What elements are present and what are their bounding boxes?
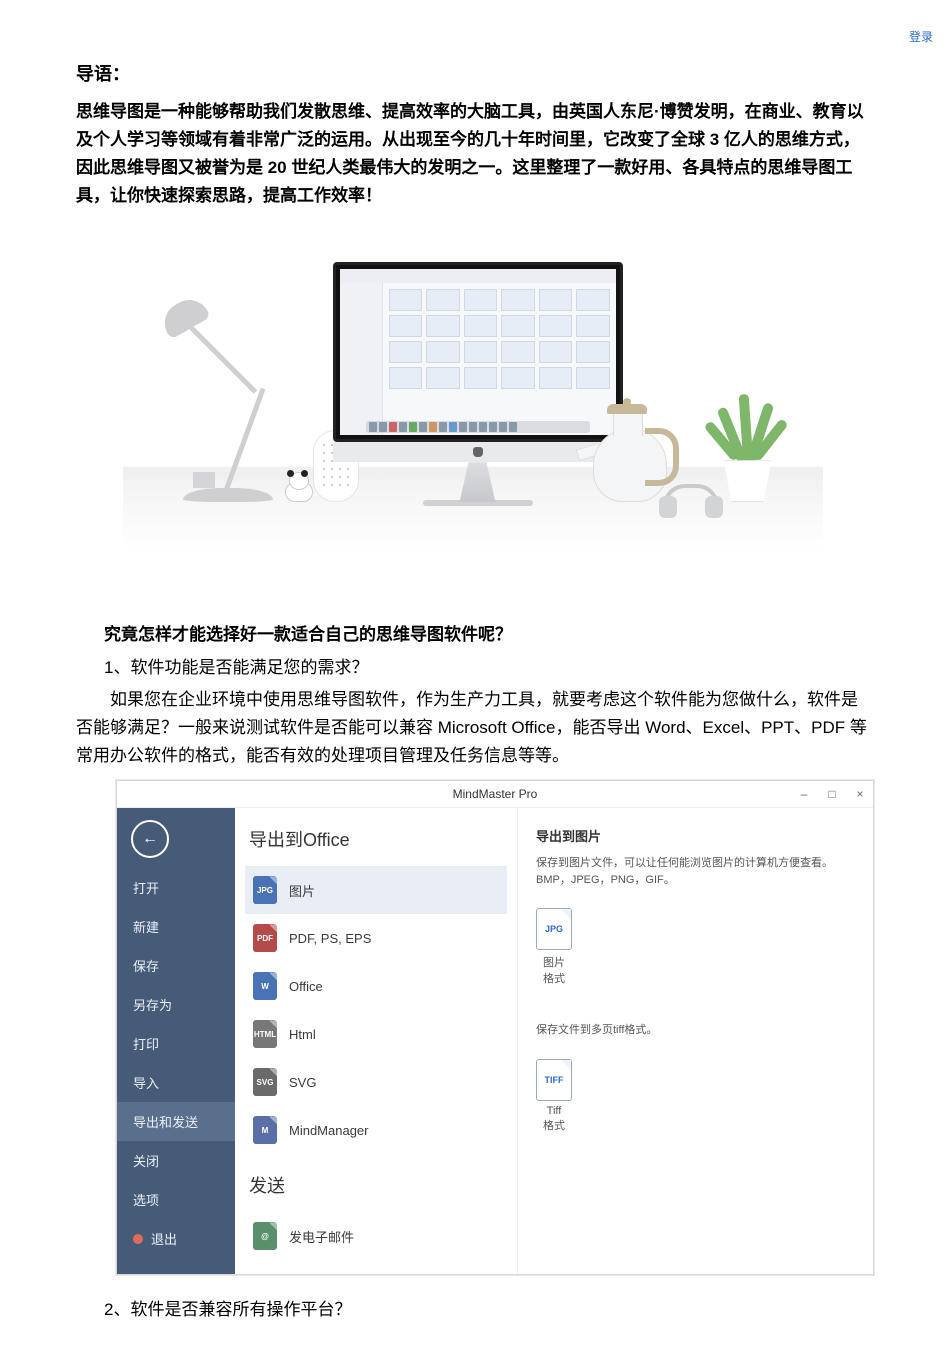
format-option-jpg[interactable]: JPG 图片 格式 [536,908,572,986]
plant-icon [707,352,787,502]
export-item-mindmanager[interactable]: M MindManager [245,1106,507,1154]
export-item-pdf[interactable]: PDF PDF, PS, EPS [245,914,507,962]
panda-figurine-icon [281,472,315,502]
nav-new[interactable]: 新建 [117,907,235,946]
lead-paragraph: 思维导图是一种能够帮助我们发散思维、提高效率的大脑工具，由英国人东尼·博赞发明，… [76,98,869,210]
left-nav: ← 打开 新建 保存 另存为 打印 导入 导出和发送 关闭 选项 退出 [117,808,235,1274]
export-item-label: Office [289,979,323,994]
detail-title: 导出到图片 [536,826,855,845]
export-item-label: Html [289,1027,316,1042]
nav-print[interactable]: 打印 [117,1024,235,1063]
nav-import[interactable]: 导入 [117,1063,235,1102]
nav-exit-label: 退出 [151,1229,177,1248]
format-name: Tiff [547,1105,562,1117]
export-detail-panel: 导出到图片 保存到图片文件，可以让任何能浏览图片的计算机方便查看。 BMP，JP… [518,808,873,1274]
export-item-label: PDF, PS, EPS [289,931,371,946]
format-option-tiff[interactable]: TIFF Tiff 格式 [536,1059,572,1133]
lead-heading: 导语： [76,60,869,86]
export-item-svg[interactable]: SVG SVG [245,1058,507,1106]
point-1-title: 1、软件功能是否能满足您的需求？ [104,653,869,678]
jpg-format-icon: JPG [536,908,572,950]
export-item-label: SVG [289,1075,316,1090]
format-name: 图片 [543,954,565,970]
nav-exit[interactable]: 退出 [117,1219,235,1258]
export-item-office[interactable]: W Office [245,962,507,1010]
group-send-title: 发送 [249,1172,507,1198]
title-bar: MindMaster Pro – □ × [117,781,873,808]
apple-logo-icon [473,447,483,457]
window-maximize-button[interactable]: □ [825,787,839,801]
format-sub: 格式 [543,1117,565,1133]
svg-file-icon: SVG [253,1068,277,1096]
section-question: 究竟怎样才能选择好一款适合自己的思维导图软件呢？ [104,620,869,645]
mindmanager-file-icon: M [253,1116,277,1144]
nav-options[interactable]: 选项 [117,1180,235,1219]
send-item-label: 发电子邮件 [289,1227,354,1246]
jpg-file-icon: JPG [253,876,277,904]
exit-icon [133,1234,143,1244]
nav-save[interactable]: 保存 [117,946,235,985]
point-1-body: 如果您在企业环境中使用思维导图软件，作为生产力工具，就要考虑这个软件能为您做什么… [76,686,869,770]
point-2-title: 2、软件是否兼容所有操作平台？ [104,1295,869,1320]
arrow-left-icon: ← [142,830,158,848]
word-file-icon: W [253,972,277,1000]
export-item-html[interactable]: HTML Html [245,1010,507,1058]
export-item-label: 图片 [289,881,315,900]
detail-description-2: 保存文件到多页tiff格式。 [536,1022,855,1039]
login-link[interactable]: 登录 [909,28,933,45]
window-close-button[interactable]: × [853,787,867,801]
computer-monitor-icon [333,262,623,506]
nav-close[interactable]: 关闭 [117,1141,235,1180]
send-email-item[interactable]: @ 发电子邮件 [245,1212,507,1260]
app-window: MindMaster Pro – □ × 登录 ← 打开 新建 保存 另存为 打… [116,780,874,1275]
pdf-file-icon: PDF [253,924,277,952]
mail-icon: @ [253,1222,277,1250]
export-item-image[interactable]: JPG 图片 [245,866,507,914]
back-button[interactable]: ← [131,820,169,858]
export-item-label: MindManager [289,1123,369,1138]
format-sub: 格式 [543,970,565,986]
html-file-icon: HTML [253,1020,277,1048]
hero-illustration [76,250,869,550]
nav-save-as[interactable]: 另存为 [117,985,235,1024]
detail-description: 保存到图片文件，可以让任何能浏览图片的计算机方便查看。 BMP，JPEG，PNG… [536,855,855,888]
nav-open[interactable]: 打开 [117,868,235,907]
window-minimize-button[interactable]: – [797,787,811,801]
app-title: MindMaster Pro [453,787,538,801]
nav-export-send[interactable]: 导出和发送 [117,1102,235,1141]
tiff-format-icon: TIFF [536,1059,572,1101]
group-export-title: 导出到Office [249,826,507,852]
export-list: 导出到Office JPG 图片 PDF PDF, PS, EPS W Offi… [235,808,518,1274]
